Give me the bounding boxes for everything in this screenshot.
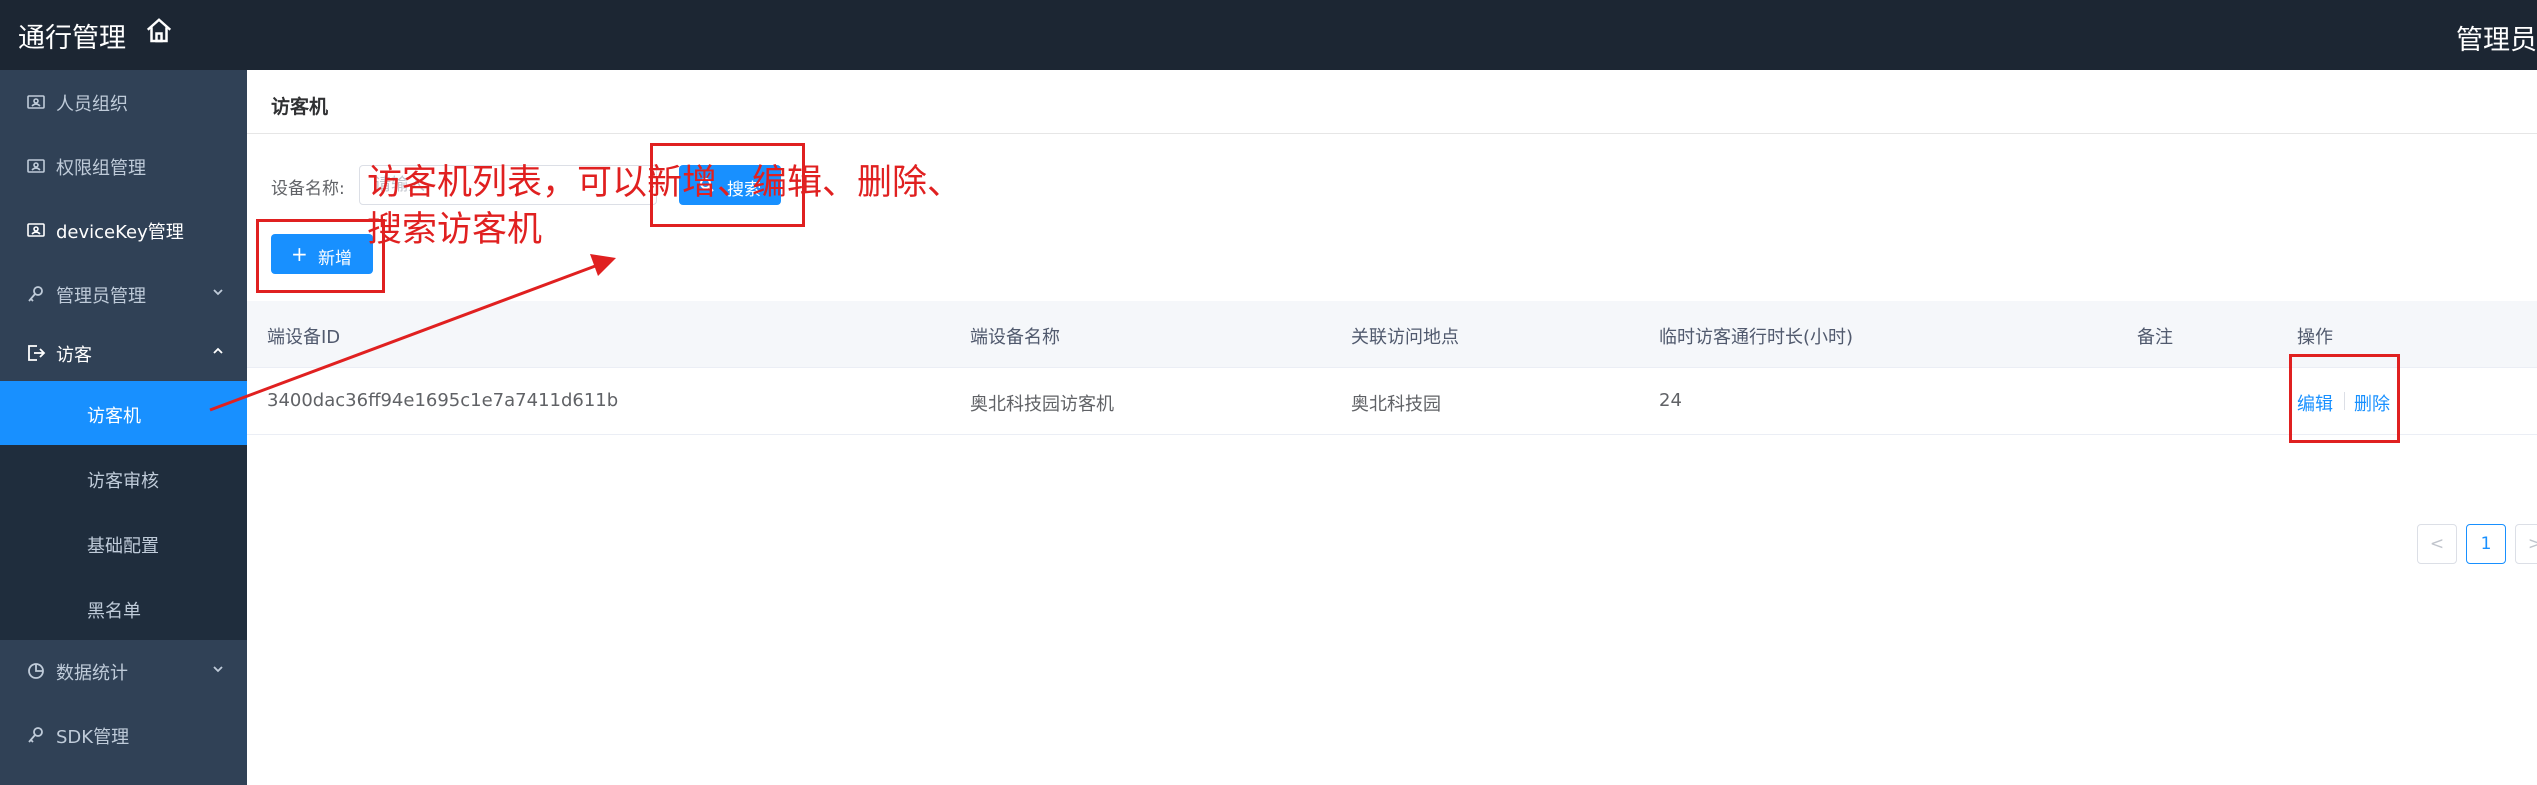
column-header: 端设备ID: [267, 327, 341, 348]
table-row: 3400dac36ff94e1695c1e7a7411d611b 奥北科技园访客…: [247, 368, 2537, 435]
sidebar-subitem-label: 黑名单: [87, 601, 141, 622]
sidebar-subitem-basic-config[interactable]: 基础配置: [0, 511, 247, 575]
column-header: 关联访问地点: [1351, 327, 1459, 348]
logout-icon: [28, 345, 46, 361]
sidebar-item-label: deviceKey管理: [56, 222, 184, 243]
sidebar-item-label: 数据统计: [56, 663, 128, 684]
annotation-text: 访客机列表，可以新增、编辑、删除、搜索访客机: [367, 163, 963, 250]
app-title: 通行管理: [18, 23, 126, 54]
sidebar-subitem-label: 基础配置: [87, 536, 159, 557]
sidebar-subitem-label: 访客审核: [87, 471, 159, 492]
id-card-icon: [27, 223, 45, 237]
table-header: 端设备ID 端设备名称 关联访问地点 临时访客通行时长(小时) 备注 操作: [247, 301, 2537, 368]
user-menu[interactable]: 管理员: [2456, 18, 2537, 57]
pagination-next[interactable]: >: [2515, 524, 2537, 564]
sidebar-item-label: 人员组织: [56, 94, 128, 115]
sidebar-item-visitor[interactable]: 访客: [0, 321, 247, 385]
column-header: 操作: [2297, 327, 2333, 348]
chevron-up-icon: [213, 347, 223, 354]
id-card-icon: [27, 95, 45, 109]
home-icon[interactable]: [144, 16, 174, 46]
column-header: 临时访客通行时长(小时): [1659, 327, 1854, 348]
sidebar-item-label: 管理员管理: [56, 286, 146, 307]
device-name-label: 设备名称:: [271, 179, 345, 199]
pie-chart-icon: [28, 663, 44, 679]
location-cell: 奥北科技园: [1351, 394, 1441, 415]
sidebar-subitem-visitor-machine[interactable]: 访客机: [0, 381, 247, 445]
sidebar-item-sdk[interactable]: SDK管理: [0, 703, 247, 767]
highlight-box-actions: [2289, 354, 2400, 443]
highlight-box-add: [256, 219, 385, 293]
sidebar-item-people-org[interactable]: 人员组织: [0, 70, 247, 134]
device-name-cell: 奥北科技园访客机: [970, 394, 1114, 415]
sidebar-item-statistics[interactable]: 数据统计: [0, 639, 247, 703]
duration-cell: 24: [1659, 390, 1682, 411]
chevron-down-icon: [213, 289, 223, 296]
page-title: 访客机: [271, 96, 329, 118]
id-card-icon: [27, 159, 45, 173]
sidebar-item-label: 权限组管理: [56, 158, 146, 179]
column-header: 端设备名称: [970, 327, 1060, 348]
top-header: 通行管理 管理员: [0, 0, 2537, 70]
sidebar-item-label: SDK管理: [56, 727, 130, 748]
pagination-page[interactable]: 1: [2466, 524, 2506, 564]
sidebar-item-admin-management[interactable]: 管理员管理: [0, 262, 247, 326]
sidebar-subitem-blacklist[interactable]: 黑名单: [0, 576, 247, 640]
sidebar-item-label: 访客: [56, 345, 92, 366]
chevron-down-icon: [213, 666, 223, 673]
divider: [247, 133, 2537, 134]
sidebar: 人员组织 权限组管理 deviceKey管理 管理员管理 访客 数据统计 SDK…: [0, 70, 247, 785]
key-icon: [28, 727, 43, 743]
sidebar-item-permission-group[interactable]: 权限组管理: [0, 134, 247, 198]
column-header: 备注: [2137, 327, 2173, 348]
key-icon: [28, 286, 43, 302]
pagination-prev[interactable]: <: [2417, 524, 2457, 564]
sidebar-subitem-label: 访客机: [87, 406, 141, 427]
visitor-submenu: 访客机 访客审核 基础配置 黑名单: [0, 381, 247, 640]
sidebar-subitem-visitor-review[interactable]: 访客审核: [0, 446, 247, 510]
device-id-cell: 3400dac36ff94e1695c1e7a7411d611b: [267, 390, 619, 411]
sidebar-item-devicekey[interactable]: deviceKey管理: [0, 198, 247, 262]
